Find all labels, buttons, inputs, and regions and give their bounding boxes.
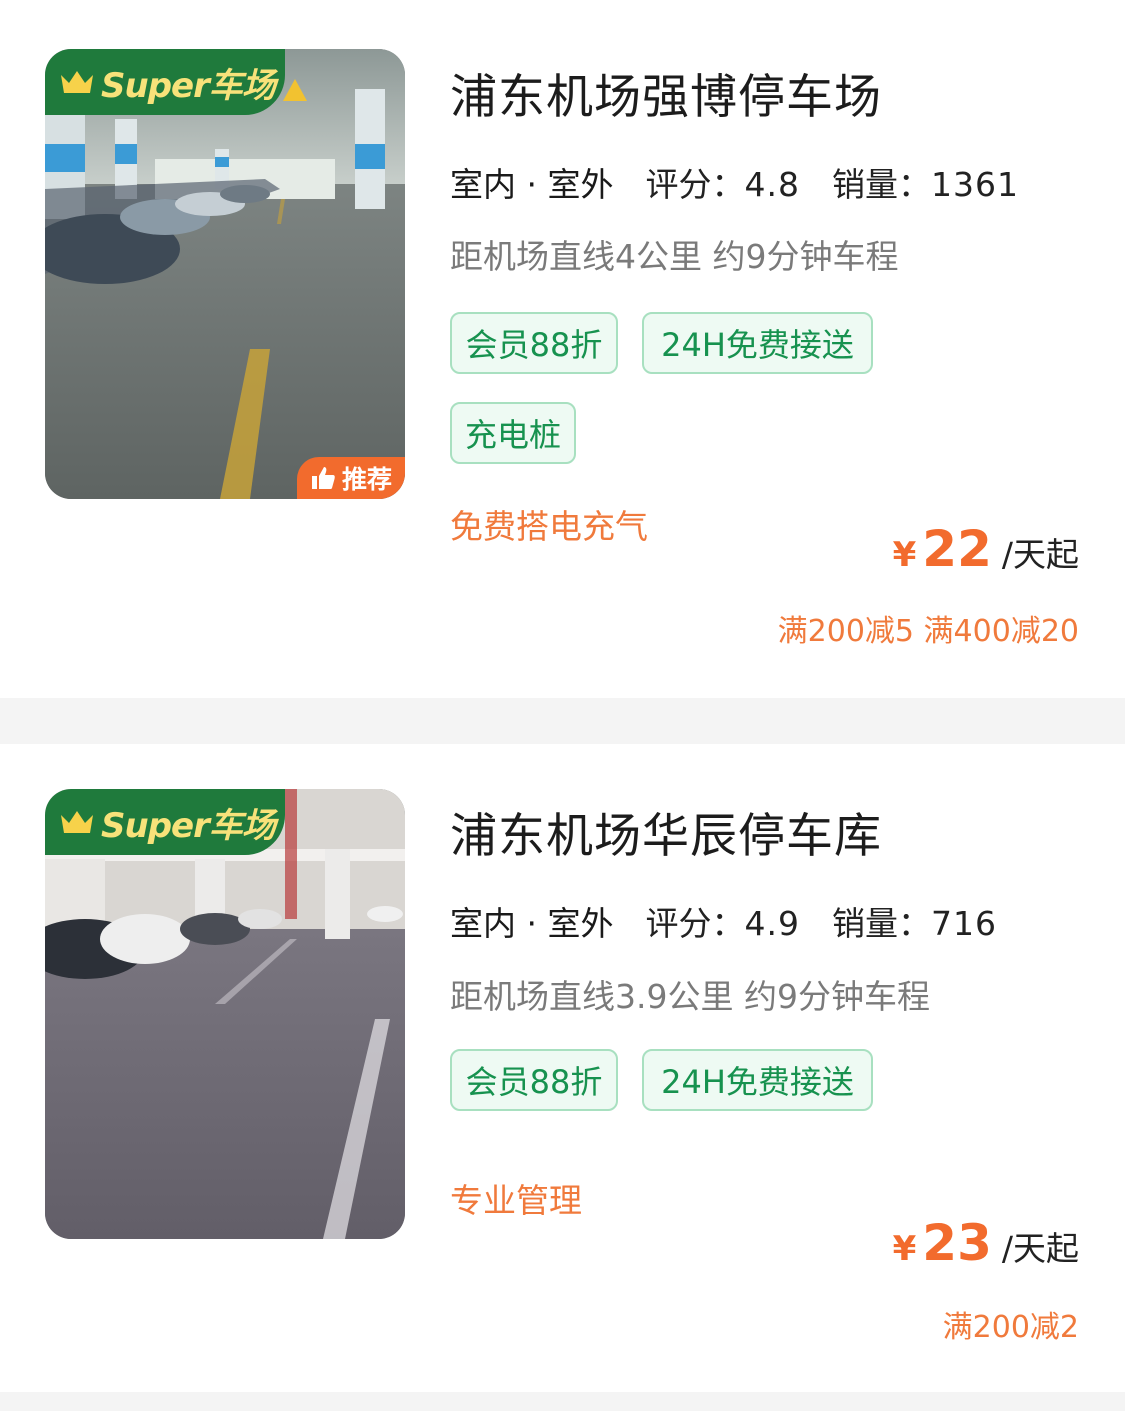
price-amount: 23 [922, 1214, 992, 1272]
card-divider [0, 698, 1125, 744]
rating-value: 4.8 [744, 165, 800, 204]
recommend-badge: 推荐 [297, 457, 405, 499]
parking-garage-photo [45, 789, 405, 1239]
super-parking-badge: Super车场 [45, 49, 285, 115]
parking-listing-card[interactable]: Super车场 推荐 浦东机场强博停车场 室内 · 室外 评分： 4.8 销量：… [0, 0, 1125, 698]
thumbs-up-icon [311, 467, 335, 489]
rating-value: 4.9 [744, 904, 800, 943]
service-feature: 免费搭电充气 [450, 507, 648, 546]
tag-free-shuttle: 24H免费接送 [642, 1049, 873, 1111]
discount-promo: 满200减5 满400减20 [777, 614, 1079, 649]
indoor-outdoor-label: 室内 · 室外 [445, 158, 616, 212]
distance-text: 距机场直线4公里 约9分钟车程 [450, 237, 899, 276]
sales-value: 1361 [930, 165, 1019, 204]
parking-listing-card[interactable]: Super车场 浦东机场华辰停车库 室内 · 室外 评分： 4.9 销量： 71… [0, 744, 1125, 1392]
super-badge-label: Super车场 [101, 805, 276, 846]
currency-symbol: ¥ [892, 1229, 917, 1269]
service-feature: 专业管理 [450, 1181, 582, 1220]
parking-lot-name[interactable]: 浦东机场华辰停车库 [450, 797, 882, 866]
super-parking-badge: Super车场 [45, 789, 285, 855]
parking-lot-meta: 室内 · 室外 评分： 4.8 销量： 1361 [445, 158, 1019, 212]
price-unit: /天起 [1001, 535, 1079, 574]
sales-value: 716 [930, 904, 997, 943]
price-unit: /天起 [1001, 1229, 1079, 1268]
tag-member-discount: 会员88折 [450, 312, 618, 374]
crown-icon [61, 71, 93, 93]
parking-lot-photo[interactable]: Super车场 [45, 789, 405, 1239]
price-amount: 22 [922, 520, 992, 578]
super-badge-label: Super车场 [101, 65, 276, 106]
currency-symbol: ¥ [892, 535, 917, 575]
price: ¥ 22 /天起 [893, 520, 1079, 578]
tag-free-shuttle: 24H免费接送 [642, 312, 873, 374]
recommend-label: 推荐 [341, 465, 392, 494]
distance-text: 距机场直线3.9公里 约9分钟车程 [450, 977, 930, 1016]
sales-label: 销量： [831, 904, 931, 943]
parking-lot-meta: 室内 · 室外 评分： 4.9 销量： 716 [445, 897, 997, 951]
sales-label: 销量： [831, 165, 931, 204]
tag-charging-pile: 充电桩 [450, 402, 576, 464]
rating-label: 评分： [645, 904, 745, 943]
card-divider [0, 1392, 1125, 1411]
parking-lot-name[interactable]: 浦东机场强博停车场 [450, 58, 882, 127]
crown-icon [61, 811, 93, 833]
indoor-outdoor-label: 室内 · 室外 [445, 897, 616, 951]
rating-label: 评分： [645, 165, 745, 204]
tag-member-discount: 会员88折 [450, 1049, 618, 1111]
parking-garage-photo [45, 49, 405, 499]
parking-lot-photo[interactable]: Super车场 推荐 [45, 49, 405, 499]
discount-promo: 满200减2 [942, 1310, 1079, 1345]
price: ¥ 23 /天起 [893, 1214, 1079, 1272]
